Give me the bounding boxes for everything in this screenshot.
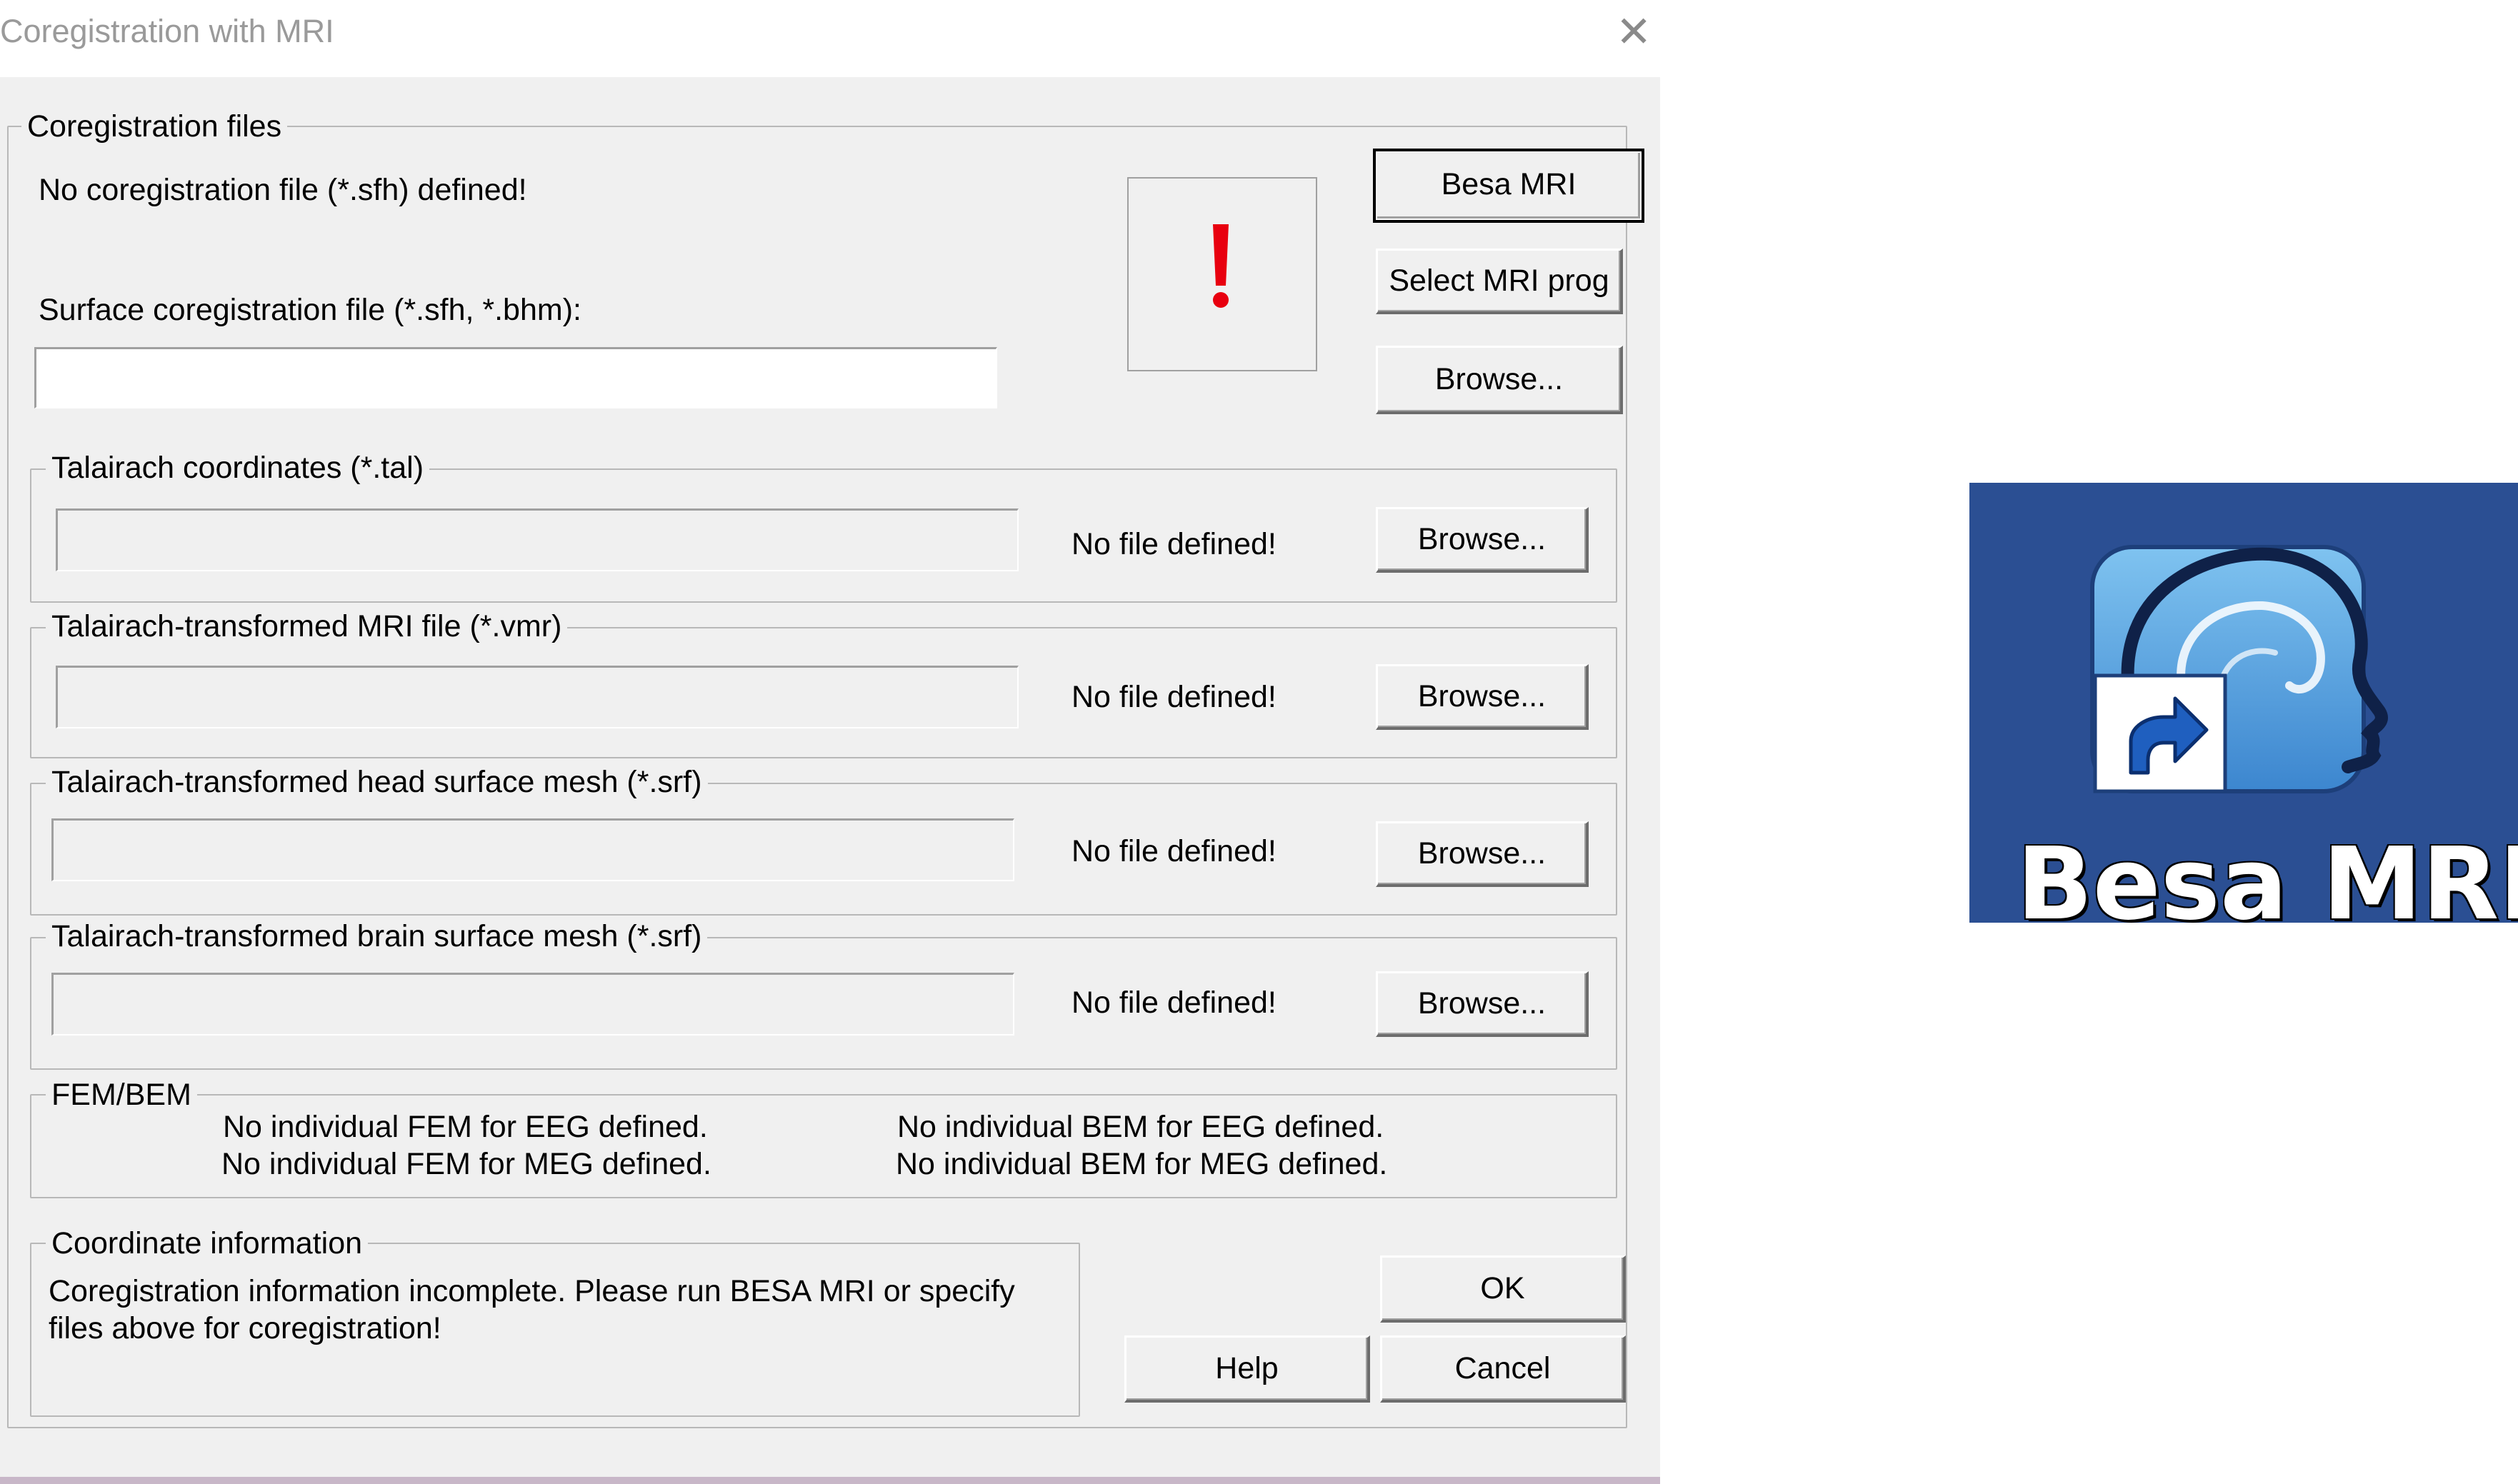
title-bar: Coregistration with MRI ✕ <box>0 0 1660 77</box>
cancel-button[interactable]: Cancel <box>1380 1335 1626 1403</box>
talairach-mri-file-input[interactable] <box>56 666 1019 728</box>
fem-meg-status: No individual FEM for MEG defined. <box>221 1147 711 1181</box>
besa-mri-shortcut-label: Besa MRI <box>2017 826 2518 923</box>
warning-exclamation-icon <box>1213 224 1229 308</box>
talairach-head-mesh-label: Talairach-transformed head surface mesh … <box>46 764 708 800</box>
talairach-coordinates-label: Talairach coordinates (*.tal) <box>46 450 430 486</box>
bottom-edge <box>0 1477 1660 1484</box>
fem-bem-label: FEM/BEM <box>46 1077 197 1113</box>
bem-meg-status: No individual BEM for MEG defined. <box>896 1147 1388 1181</box>
talairach-mri-file-browse-button[interactable]: Browse... <box>1376 664 1589 730</box>
coregistration-status-text: No coregistration file (*.sfh) defined! <box>39 173 527 207</box>
coregistration-dialog: Coregistration with MRI ✕ Coregistration… <box>0 0 1660 1484</box>
talairach-mri-file-label: Talairach-transformed MRI file (*.vmr) <box>46 608 568 644</box>
talairach-mri-file-status: No file defined! <box>1071 680 1277 714</box>
besa-mri-desktop-shortcut[interactable]: Besa MRI <box>1969 483 2518 923</box>
talairach-coordinates-input[interactable] <box>56 508 1019 571</box>
ok-button[interactable]: OK <box>1380 1255 1626 1323</box>
shortcut-arrow-icon <box>2093 673 2227 793</box>
coordinate-information-label: Coordinate information <box>46 1225 369 1261</box>
bem-eeg-status: No individual BEM for EEG defined. <box>897 1110 1384 1144</box>
talairach-head-mesh-browse-button[interactable]: Browse... <box>1376 821 1589 887</box>
select-mri-prog-button[interactable]: Select MRI prog <box>1376 249 1623 314</box>
window-title: Coregistration with MRI <box>0 13 334 49</box>
talairach-brain-mesh-status: No file defined! <box>1071 986 1277 1020</box>
surface-browse-button[interactable]: Browse... <box>1376 346 1623 414</box>
talairach-brain-mesh-browse-button[interactable]: Browse... <box>1376 971 1589 1037</box>
warning-indicator-box <box>1127 177 1317 371</box>
coordinate-information-line2: files above for coregistration! <box>49 1311 441 1345</box>
surface-file-input[interactable] <box>34 347 997 408</box>
help-button[interactable]: Help <box>1124 1335 1370 1403</box>
talairach-brain-mesh-input[interactable] <box>51 973 1014 1036</box>
talairach-head-mesh-status: No file defined! <box>1071 834 1277 868</box>
coordinate-information-line1: Coregistration information incomplete. P… <box>49 1274 1015 1308</box>
talairach-head-mesh-input[interactable] <box>51 818 1014 881</box>
surface-file-label: Surface coregistration file (*.sfh, *.bh… <box>39 293 581 327</box>
talairach-coordinates-browse-button[interactable]: Browse... <box>1376 507 1589 573</box>
coregistration-files-label: Coregistration files <box>21 109 288 144</box>
close-icon[interactable]: ✕ <box>1616 9 1652 56</box>
fem-eeg-status: No individual FEM for EEG defined. <box>223 1110 708 1144</box>
besa-mri-button[interactable]: Besa MRI <box>1373 149 1644 223</box>
talairach-coordinates-status: No file defined! <box>1071 527 1277 561</box>
talairach-brain-mesh-label: Talairach-transformed brain surface mesh… <box>46 918 708 954</box>
